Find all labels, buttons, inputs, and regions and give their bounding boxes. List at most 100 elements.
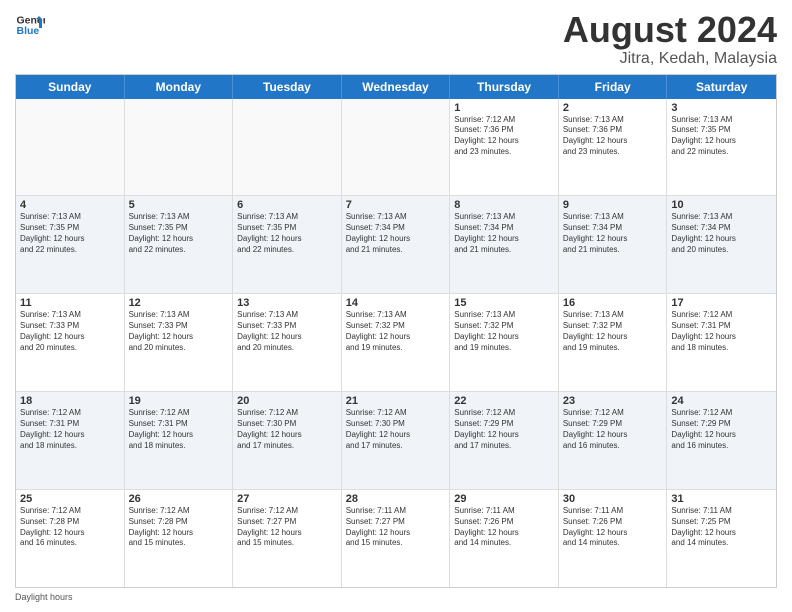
day-number: 1 xyxy=(454,102,554,114)
svg-text:Blue: Blue xyxy=(17,25,40,37)
day-info: Sunrise: 7:12 AM Sunset: 7:36 PM Dayligh… xyxy=(454,115,554,158)
calendar-cell xyxy=(125,99,234,196)
footer-note: Daylight hours xyxy=(15,592,777,602)
calendar-cell: 21Sunrise: 7:12 AM Sunset: 7:30 PM Dayli… xyxy=(342,392,451,489)
header: General Blue August 2024 Jitra, Kedah, M… xyxy=(15,10,777,68)
day-number: 14 xyxy=(346,297,446,309)
page: General Blue August 2024 Jitra, Kedah, M… xyxy=(0,0,792,612)
day-info: Sunrise: 7:12 AM Sunset: 7:29 PM Dayligh… xyxy=(563,408,663,451)
calendar-cell: 5Sunrise: 7:13 AM Sunset: 7:35 PM Daylig… xyxy=(125,196,234,293)
day-number: 15 xyxy=(454,297,554,309)
calendar-cell: 23Sunrise: 7:12 AM Sunset: 7:29 PM Dayli… xyxy=(559,392,668,489)
calendar-cell: 29Sunrise: 7:11 AM Sunset: 7:26 PM Dayli… xyxy=(450,490,559,587)
day-number: 19 xyxy=(129,395,229,407)
title-block: August 2024 Jitra, Kedah, Malaysia xyxy=(563,10,777,68)
calendar-cell: 9Sunrise: 7:13 AM Sunset: 7:34 PM Daylig… xyxy=(559,196,668,293)
day-info: Sunrise: 7:12 AM Sunset: 7:31 PM Dayligh… xyxy=(129,408,229,451)
calendar-cell xyxy=(16,99,125,196)
day-info: Sunrise: 7:12 AM Sunset: 7:28 PM Dayligh… xyxy=(20,506,120,549)
day-number: 2 xyxy=(563,102,663,114)
day-of-week-header: Saturday xyxy=(667,75,776,99)
calendar-cell: 28Sunrise: 7:11 AM Sunset: 7:27 PM Dayli… xyxy=(342,490,451,587)
day-info: Sunrise: 7:12 AM Sunset: 7:27 PM Dayligh… xyxy=(237,506,337,549)
day-number: 10 xyxy=(671,199,772,211)
calendar-cell: 1Sunrise: 7:12 AM Sunset: 7:36 PM Daylig… xyxy=(450,99,559,196)
calendar-cell: 12Sunrise: 7:13 AM Sunset: 7:33 PM Dayli… xyxy=(125,294,234,391)
day-info: Sunrise: 7:12 AM Sunset: 7:28 PM Dayligh… xyxy=(129,506,229,549)
calendar-cell: 6Sunrise: 7:13 AM Sunset: 7:35 PM Daylig… xyxy=(233,196,342,293)
day-info: Sunrise: 7:13 AM Sunset: 7:36 PM Dayligh… xyxy=(563,115,663,158)
day-number: 7 xyxy=(346,199,446,211)
daylight-label: Daylight hours xyxy=(15,592,73,602)
calendar-cell: 16Sunrise: 7:13 AM Sunset: 7:32 PM Dayli… xyxy=(559,294,668,391)
calendar-cell: 10Sunrise: 7:13 AM Sunset: 7:34 PM Dayli… xyxy=(667,196,776,293)
calendar-cell: 13Sunrise: 7:13 AM Sunset: 7:33 PM Dayli… xyxy=(233,294,342,391)
day-info: Sunrise: 7:12 AM Sunset: 7:29 PM Dayligh… xyxy=(454,408,554,451)
day-number: 20 xyxy=(237,395,337,407)
logo-icon: General Blue xyxy=(15,10,45,40)
day-info: Sunrise: 7:13 AM Sunset: 7:33 PM Dayligh… xyxy=(20,310,120,353)
calendar: SundayMondayTuesdayWednesdayThursdayFrid… xyxy=(15,74,777,588)
day-info: Sunrise: 7:12 AM Sunset: 7:30 PM Dayligh… xyxy=(237,408,337,451)
calendar-cell: 15Sunrise: 7:13 AM Sunset: 7:32 PM Dayli… xyxy=(450,294,559,391)
day-info: Sunrise: 7:11 AM Sunset: 7:25 PM Dayligh… xyxy=(671,506,772,549)
calendar-week-row: 1Sunrise: 7:12 AM Sunset: 7:36 PM Daylig… xyxy=(16,99,776,197)
day-number: 31 xyxy=(671,493,772,505)
day-number: 27 xyxy=(237,493,337,505)
day-number: 18 xyxy=(20,395,120,407)
calendar-cell: 25Sunrise: 7:12 AM Sunset: 7:28 PM Dayli… xyxy=(16,490,125,587)
day-of-week-header: Thursday xyxy=(450,75,559,99)
calendar-cell: 7Sunrise: 7:13 AM Sunset: 7:34 PM Daylig… xyxy=(342,196,451,293)
calendar-cell xyxy=(233,99,342,196)
day-info: Sunrise: 7:13 AM Sunset: 7:33 PM Dayligh… xyxy=(129,310,229,353)
calendar-week-row: 11Sunrise: 7:13 AM Sunset: 7:33 PM Dayli… xyxy=(16,294,776,392)
calendar-cell: 22Sunrise: 7:12 AM Sunset: 7:29 PM Dayli… xyxy=(450,392,559,489)
calendar-week-row: 25Sunrise: 7:12 AM Sunset: 7:28 PM Dayli… xyxy=(16,490,776,587)
calendar-cell: 14Sunrise: 7:13 AM Sunset: 7:32 PM Dayli… xyxy=(342,294,451,391)
location-title: Jitra, Kedah, Malaysia xyxy=(563,50,777,68)
day-info: Sunrise: 7:13 AM Sunset: 7:32 PM Dayligh… xyxy=(454,310,554,353)
day-info: Sunrise: 7:13 AM Sunset: 7:35 PM Dayligh… xyxy=(671,115,772,158)
day-number: 29 xyxy=(454,493,554,505)
calendar-cell: 30Sunrise: 7:11 AM Sunset: 7:26 PM Dayli… xyxy=(559,490,668,587)
day-of-week-header: Wednesday xyxy=(342,75,451,99)
day-of-week-header: Monday xyxy=(125,75,234,99)
day-info: Sunrise: 7:13 AM Sunset: 7:34 PM Dayligh… xyxy=(671,212,772,255)
calendar-cell: 27Sunrise: 7:12 AM Sunset: 7:27 PM Dayli… xyxy=(233,490,342,587)
day-number: 6 xyxy=(237,199,337,211)
day-of-week-header: Friday xyxy=(559,75,668,99)
day-number: 24 xyxy=(671,395,772,407)
day-info: Sunrise: 7:12 AM Sunset: 7:31 PM Dayligh… xyxy=(20,408,120,451)
logo: General Blue xyxy=(15,10,45,40)
calendar-cell: 24Sunrise: 7:12 AM Sunset: 7:29 PM Dayli… xyxy=(667,392,776,489)
day-info: Sunrise: 7:12 AM Sunset: 7:30 PM Dayligh… xyxy=(346,408,446,451)
day-number: 11 xyxy=(20,297,120,309)
day-info: Sunrise: 7:13 AM Sunset: 7:34 PM Dayligh… xyxy=(563,212,663,255)
calendar-cell: 2Sunrise: 7:13 AM Sunset: 7:36 PM Daylig… xyxy=(559,99,668,196)
day-of-week-header: Sunday xyxy=(16,75,125,99)
calendar-cell: 17Sunrise: 7:12 AM Sunset: 7:31 PM Dayli… xyxy=(667,294,776,391)
calendar-body: 1Sunrise: 7:12 AM Sunset: 7:36 PM Daylig… xyxy=(16,99,776,587)
calendar-cell: 19Sunrise: 7:12 AM Sunset: 7:31 PM Dayli… xyxy=(125,392,234,489)
day-number: 28 xyxy=(346,493,446,505)
day-number: 16 xyxy=(563,297,663,309)
calendar-week-row: 4Sunrise: 7:13 AM Sunset: 7:35 PM Daylig… xyxy=(16,196,776,294)
day-info: Sunrise: 7:13 AM Sunset: 7:35 PM Dayligh… xyxy=(237,212,337,255)
day-number: 8 xyxy=(454,199,554,211)
day-number: 22 xyxy=(454,395,554,407)
day-of-week-header: Tuesday xyxy=(233,75,342,99)
calendar-cell: 8Sunrise: 7:13 AM Sunset: 7:34 PM Daylig… xyxy=(450,196,559,293)
day-number: 13 xyxy=(237,297,337,309)
day-info: Sunrise: 7:11 AM Sunset: 7:26 PM Dayligh… xyxy=(454,506,554,549)
calendar-cell: 18Sunrise: 7:12 AM Sunset: 7:31 PM Dayli… xyxy=(16,392,125,489)
calendar-cell: 20Sunrise: 7:12 AM Sunset: 7:30 PM Dayli… xyxy=(233,392,342,489)
calendar-cell: 31Sunrise: 7:11 AM Sunset: 7:25 PM Dayli… xyxy=(667,490,776,587)
day-info: Sunrise: 7:13 AM Sunset: 7:33 PM Dayligh… xyxy=(237,310,337,353)
month-title: August 2024 xyxy=(563,10,777,50)
calendar-cell: 11Sunrise: 7:13 AM Sunset: 7:33 PM Dayli… xyxy=(16,294,125,391)
calendar-cell: 3Sunrise: 7:13 AM Sunset: 7:35 PM Daylig… xyxy=(667,99,776,196)
day-info: Sunrise: 7:13 AM Sunset: 7:34 PM Dayligh… xyxy=(346,212,446,255)
day-number: 12 xyxy=(129,297,229,309)
day-info: Sunrise: 7:13 AM Sunset: 7:35 PM Dayligh… xyxy=(20,212,120,255)
day-number: 23 xyxy=(563,395,663,407)
